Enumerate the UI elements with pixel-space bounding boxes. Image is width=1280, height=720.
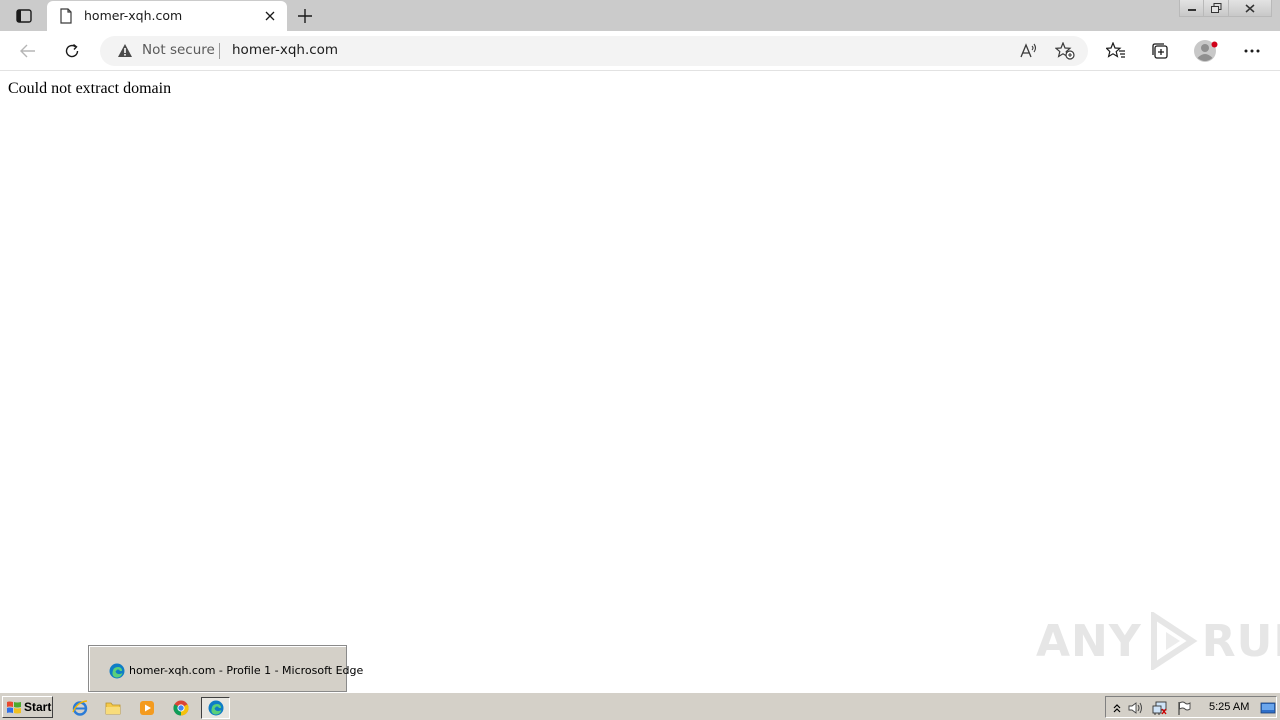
favorites-button[interactable] bbox=[1102, 37, 1130, 65]
edge-taskbar-button[interactable] bbox=[201, 697, 230, 719]
close-icon bbox=[265, 11, 275, 21]
show-hidden-icons-button[interactable] bbox=[1109, 700, 1125, 716]
chrome-icon bbox=[173, 700, 189, 716]
chevron-up-icon bbox=[1113, 704, 1121, 713]
edge-icon bbox=[109, 663, 125, 679]
page-favicon-icon bbox=[60, 8, 72, 24]
favorites-icon bbox=[1106, 42, 1125, 58]
page-content: Could not extract domain bbox=[0, 72, 1280, 692]
edge-icon bbox=[208, 700, 223, 716]
tab-strip: homer-xqh.com bbox=[0, 0, 1280, 31]
media-player-icon bbox=[140, 701, 154, 715]
restore-icon bbox=[1210, 3, 1221, 13]
window-controls bbox=[1179, 0, 1272, 18]
start-label: Start bbox=[24, 700, 52, 714]
ie-quicklaunch-button[interactable] bbox=[69, 697, 91, 719]
address-divider bbox=[219, 43, 220, 59]
tab-close-button[interactable] bbox=[261, 7, 279, 25]
browser-tab[interactable]: homer-xqh.com bbox=[47, 1, 287, 31]
play-logo-icon bbox=[1150, 612, 1198, 670]
address-bar[interactable]: Not secure homer-xqh.com bbox=[100, 36, 1088, 66]
taskbar: Start 5:25 AM bbox=[0, 692, 1280, 720]
collections-button[interactable] bbox=[1146, 37, 1174, 65]
anyrun-watermark: ANY RUN bbox=[1036, 606, 1280, 676]
tab-actions-icon bbox=[16, 9, 32, 23]
new-tab-button[interactable] bbox=[294, 5, 316, 27]
security-label[interactable]: Not secure bbox=[142, 42, 215, 58]
explorer-quicklaunch-button[interactable] bbox=[102, 697, 124, 719]
refresh-icon bbox=[65, 43, 79, 58]
more-icon bbox=[1244, 49, 1260, 53]
window-close-icon bbox=[1245, 3, 1255, 13]
start-button[interactable]: Start bbox=[2, 696, 53, 718]
back-arrow-icon bbox=[20, 44, 35, 58]
minimize-button[interactable] bbox=[1179, 0, 1204, 17]
flag-icon bbox=[1178, 701, 1191, 715]
ie-icon bbox=[72, 700, 88, 716]
show-desktop-icon bbox=[1260, 702, 1276, 714]
volume-icon bbox=[1128, 702, 1142, 714]
plus-icon bbox=[298, 9, 312, 23]
system-tray: 5:25 AM bbox=[1105, 696, 1277, 718]
tab-title: homer-xqh.com bbox=[84, 8, 183, 23]
action-center-button[interactable] bbox=[1176, 700, 1192, 716]
refresh-button[interactable] bbox=[58, 37, 86, 65]
add-favorite-button[interactable] bbox=[1054, 40, 1076, 62]
minimize-icon bbox=[1187, 9, 1196, 11]
preview-title: homer-xqh.com - Profile 1 - Microsoft Ed… bbox=[129, 664, 364, 677]
profile-button[interactable] bbox=[1192, 37, 1220, 65]
settings-more-button[interactable] bbox=[1238, 37, 1266, 65]
page-message: Could not extract domain bbox=[8, 80, 172, 97]
add-favorite-icon bbox=[1055, 42, 1075, 60]
browser-toolbar: Not secure homer-xqh.com bbox=[0, 31, 1280, 71]
read-aloud-button[interactable] bbox=[1018, 40, 1040, 62]
media-player-quicklaunch-button[interactable] bbox=[136, 697, 158, 719]
taskbar-clock[interactable]: 5:25 AM bbox=[1209, 701, 1249, 713]
network-icon bbox=[1152, 701, 1167, 715]
restore-button[interactable] bbox=[1204, 0, 1229, 17]
network-button[interactable] bbox=[1152, 700, 1168, 716]
profile-icon bbox=[1194, 40, 1218, 62]
tab-actions-button[interactable] bbox=[10, 6, 38, 26]
chrome-quicklaunch-button[interactable] bbox=[170, 697, 192, 719]
folder-icon bbox=[105, 702, 121, 715]
back-button[interactable] bbox=[14, 37, 42, 65]
collections-icon bbox=[1152, 43, 1168, 59]
taskbar-window-preview[interactable]: homer-xqh.com - Profile 1 - Microsoft Ed… bbox=[88, 645, 363, 692]
windows-logo-icon bbox=[7, 701, 21, 713]
show-desktop-button[interactable] bbox=[1260, 700, 1276, 716]
url-text[interactable]: homer-xqh.com bbox=[232, 42, 338, 58]
window-close-button[interactable] bbox=[1229, 0, 1272, 17]
volume-button[interactable] bbox=[1128, 700, 1144, 716]
read-aloud-icon bbox=[1020, 43, 1037, 58]
warning-icon bbox=[118, 44, 132, 57]
watermark-right-text: RUN bbox=[1201, 615, 1280, 667]
watermark-left-text: ANY bbox=[1036, 615, 1142, 667]
